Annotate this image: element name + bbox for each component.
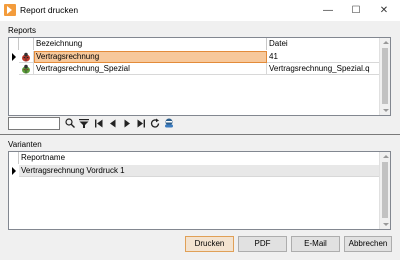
- scroll-down-icon[interactable]: [383, 109, 389, 112]
- minimize-button[interactable]: —: [314, 0, 342, 21]
- current-row-arrow-icon: [12, 53, 16, 61]
- scroll-thumb[interactable]: [382, 48, 388, 104]
- maximize-button[interactable]: ☐: [342, 0, 370, 21]
- cell-datei[interactable]: Vertragsrechnung_Spezial.q: [267, 63, 380, 75]
- table-row[interactable]: Vertragsrechnung 41: [9, 51, 380, 63]
- variants-grid-header: Reportname: [9, 152, 380, 164]
- close-button[interactable]: ✕: [370, 0, 398, 21]
- user-icon[interactable]: [163, 117, 175, 130]
- refresh-icon[interactable]: [149, 117, 161, 130]
- title-bar[interactable]: Report drucken — ☐ ✕: [0, 0, 400, 21]
- next-record-icon[interactable]: [121, 117, 133, 130]
- row-icon-cell: [19, 51, 34, 63]
- icon-header: [19, 38, 34, 50]
- variants-vertical-scrollbar[interactable]: [379, 152, 390, 229]
- row-indicator: [9, 165, 19, 177]
- first-record-icon[interactable]: [93, 117, 105, 130]
- reports-grid[interactable]: Bezeichnung Datei Vertragsrechnung 41 Ve…: [8, 37, 391, 116]
- window-title: Report drucken: [20, 5, 79, 15]
- reports-label: Reports: [8, 26, 37, 35]
- section-divider[interactable]: [0, 134, 400, 135]
- variants-grid[interactable]: Reportname Vertragsrechnung Vordruck 1: [8, 151, 391, 230]
- varianten-label: Varianten: [8, 140, 42, 149]
- row-indicator: [9, 51, 19, 63]
- indicator-header: [9, 38, 19, 50]
- red-ladybug-icon: [22, 52, 30, 62]
- report-drucken-window: Report drucken — ☐ ✕ Reports Bezeichnung…: [0, 0, 400, 260]
- pdf-button[interactable]: PDF: [238, 236, 287, 252]
- search-icon[interactable]: [64, 117, 76, 130]
- green-ladybug-icon: [22, 64, 30, 74]
- current-row-arrow-icon: [12, 167, 16, 175]
- table-row[interactable]: Vertragsrechnung_Spezial Vertragsrechnun…: [9, 63, 380, 75]
- cell-datei[interactable]: 41: [267, 51, 380, 63]
- indicator-header: [9, 152, 19, 164]
- minimize-icon: —: [323, 5, 333, 16]
- maximize-icon: ☐: [351, 5, 361, 16]
- cell-bezeichnung[interactable]: Vertragsrechnung_Spezial: [34, 63, 267, 75]
- close-icon: ✕: [379, 5, 389, 16]
- print-button[interactable]: Drucken: [185, 236, 234, 252]
- reports-grid-header: Bezeichnung Datei: [9, 38, 380, 50]
- scroll-thumb[interactable]: [382, 162, 388, 218]
- scroll-up-icon[interactable]: [383, 41, 389, 44]
- filter-icon[interactable]: [78, 117, 90, 130]
- cell-bezeichnung[interactable]: Vertragsrechnung: [34, 51, 267, 63]
- scroll-down-icon[interactable]: [383, 223, 389, 226]
- row-indicator: [9, 63, 19, 75]
- prior-record-icon[interactable]: [107, 117, 119, 130]
- cell-reportname[interactable]: Vertragsrechnung Vordruck 1: [19, 165, 380, 177]
- table-row[interactable]: Vertragsrechnung Vordruck 1: [9, 165, 380, 177]
- reports-vertical-scrollbar[interactable]: [379, 38, 390, 115]
- search-input[interactable]: [8, 117, 60, 130]
- column-header-datei[interactable]: Datei: [267, 38, 380, 50]
- column-header-reportname[interactable]: Reportname: [19, 152, 380, 164]
- email-button[interactable]: E-Mail: [291, 236, 340, 252]
- scroll-up-icon[interactable]: [383, 155, 389, 158]
- app-icon: [4, 4, 16, 16]
- row-icon-cell: [19, 63, 34, 75]
- cancel-button[interactable]: Abbrechen: [344, 236, 392, 252]
- last-record-icon[interactable]: [135, 117, 147, 130]
- column-header-bezeichnung[interactable]: Bezeichnung: [34, 38, 267, 50]
